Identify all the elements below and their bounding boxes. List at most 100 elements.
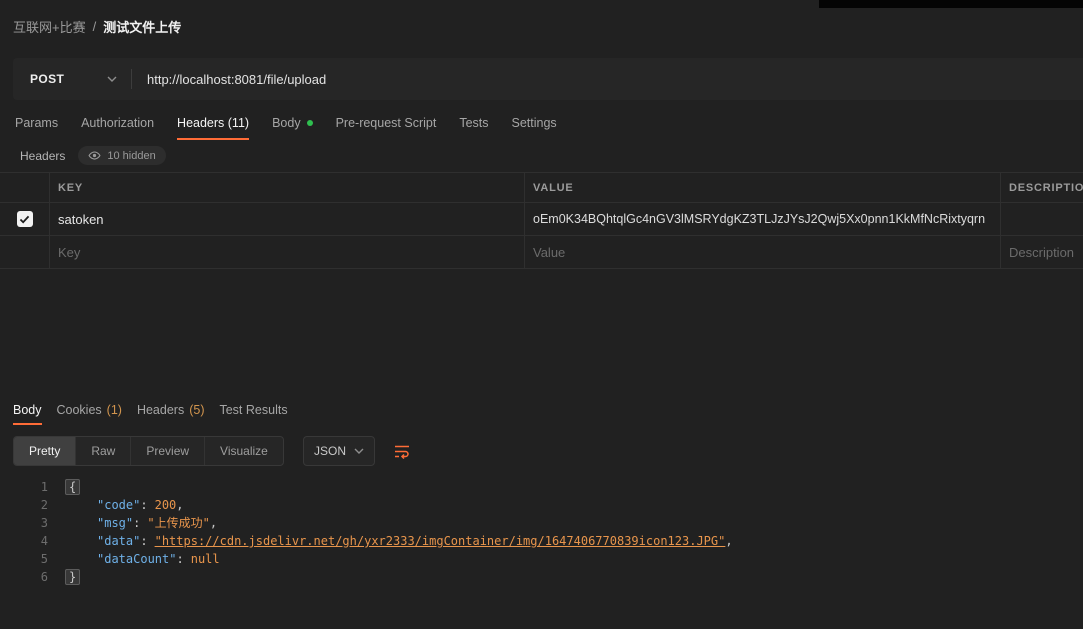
- select-column-header: [0, 173, 50, 202]
- response-tab-tests-label: Test Results: [219, 402, 288, 417]
- eye-icon: [88, 151, 101, 160]
- response-body-json: 1 { 2 "code": 200, 3 "msg": "上传成功", 4 "dat…: [0, 478, 1083, 586]
- new-value-input[interactable]: [533, 244, 1000, 260]
- code-line: 3 "msg": "上传成功",: [0, 514, 1083, 532]
- row-enabled-checkbox[interactable]: [16, 211, 33, 227]
- tab-prerequest-script[interactable]: Pre-request Script: [336, 107, 437, 140]
- breadcrumb-workspace[interactable]: 互联网+比赛: [13, 17, 86, 36]
- code-line: 1 {: [0, 478, 1083, 496]
- response-tab-cookies[interactable]: Cookies (1): [57, 396, 122, 425]
- header-key-cell[interactable]: satoken: [50, 203, 525, 235]
- table-row-new: [0, 236, 1083, 269]
- hidden-headers-toggle[interactable]: 10 hidden: [78, 146, 166, 165]
- line-number: 3: [40, 516, 48, 530]
- new-key-input[interactable]: [58, 244, 524, 260]
- wrap-text-icon: [394, 445, 409, 459]
- window-chrome-edge: [819, 0, 1083, 8]
- code-line: 2 "code": 200,: [0, 496, 1083, 514]
- response-tab-cookies-label: Cookies: [56, 402, 102, 417]
- table-row: satoken oEm0K34BQhtqlGc4nGV3lMSRYdgKZ3TL…: [0, 203, 1083, 236]
- checkbox-cell-empty: [0, 236, 50, 268]
- headers-count-badge: (5): [189, 402, 205, 417]
- colon: :: [140, 534, 148, 548]
- new-description-cell: [1001, 236, 1083, 268]
- body-present-dot-icon: [306, 119, 313, 126]
- method-label: POST: [30, 72, 65, 86]
- value-column-header: VALUE: [525, 173, 1001, 202]
- response-tab-body[interactable]: Body: [13, 396, 42, 425]
- close-brace: }: [65, 569, 81, 585]
- response-tab-headers-label: Headers: [136, 402, 185, 417]
- tab-settings[interactable]: Settings: [512, 107, 557, 140]
- line-number: 4: [40, 534, 48, 548]
- new-description-input[interactable]: [1009, 244, 1083, 260]
- tab-params-label: Params: [15, 115, 59, 130]
- tab-body-label: Body: [272, 115, 301, 130]
- response-view-toggle: Pretty Raw Preview Visualize: [13, 436, 284, 466]
- json-key: "dataCount": [97, 552, 177, 566]
- tab-authorization[interactable]: Authorization: [81, 107, 154, 140]
- json-value: null: [190, 552, 220, 566]
- json-key: "msg": [97, 516, 134, 530]
- line-number: 6: [40, 570, 48, 584]
- response-tab-body-label: Body: [13, 402, 42, 417]
- header-description-cell[interactable]: [1001, 203, 1083, 235]
- header-value-cell[interactable]: oEm0K34BQhtqlGc4nGV3lMSRYdgKZ3TLJzJYsJ2Q…: [525, 203, 1001, 235]
- headers-section-title: Headers: [20, 148, 66, 163]
- breadcrumb-request-name[interactable]: 测试文件上传: [103, 17, 181, 36]
- tab-headers-label: Headers (11): [177, 115, 250, 130]
- tab-headers[interactable]: Headers (11): [177, 107, 250, 140]
- colon: :: [176, 552, 184, 566]
- cookies-count-badge: (1): [106, 402, 122, 417]
- hidden-headers-label: 10 hidden: [107, 149, 156, 162]
- request-tabs: Params Authorization Headers (11) Body P…: [15, 107, 557, 140]
- key-column-header: KEY: [50, 173, 525, 202]
- response-tab-headers[interactable]: Headers (5): [137, 396, 205, 425]
- json-value: 200: [154, 498, 177, 512]
- new-key-cell: [50, 236, 525, 268]
- breadcrumb-separator: /: [92, 19, 97, 34]
- open-brace: {: [65, 479, 81, 495]
- view-visualize-button[interactable]: Visualize: [205, 437, 283, 465]
- view-pretty-button[interactable]: Pretty: [14, 437, 77, 465]
- checkmark-icon: [19, 215, 30, 223]
- response-tabs: Body Cookies (1) Headers (5) Test Results: [13, 396, 288, 425]
- view-raw-button[interactable]: Raw: [76, 437, 132, 465]
- code-line: 5 "dataCount": null: [0, 550, 1083, 568]
- headers-table: KEY VALUE DESCRIPTION satoken oEm0K34BQh…: [0, 172, 1083, 269]
- response-tab-test-results[interactable]: Test Results: [219, 396, 287, 425]
- new-value-cell: [525, 236, 1001, 268]
- checkbox-cell: [0, 203, 50, 235]
- description-column-header: DESCRIPTION: [1009, 181, 1083, 194]
- url-input[interactable]: http://localhost:8081/file/upload: [147, 72, 326, 87]
- tab-params[interactable]: Params: [15, 107, 58, 140]
- colon: :: [133, 516, 141, 530]
- chevron-down-icon: [107, 76, 117, 82]
- comma: ,: [176, 498, 184, 512]
- method-dropdown[interactable]: POST: [13, 58, 131, 100]
- response-url-link[interactable]: "https://cdn.jsdelivr.net/gh/yxr2333/img…: [155, 534, 726, 548]
- wrap-text-button[interactable]: [388, 438, 415, 465]
- json-key: "data": [97, 534, 141, 548]
- code-line: 6 }: [0, 568, 1083, 586]
- request-url-bar: POST http://localhost:8081/file/upload: [13, 58, 1083, 100]
- line-number: 1: [40, 480, 48, 494]
- tab-authorization-label: Authorization: [81, 115, 155, 130]
- tab-settings-label: Settings: [511, 115, 557, 130]
- colon: :: [140, 498, 148, 512]
- tab-tests[interactable]: Tests: [459, 107, 488, 140]
- method-url-divider: [131, 69, 132, 89]
- code-line: 4 "data": "https://cdn.jsdelivr.net/gh/yx…: [0, 532, 1083, 550]
- line-number: 5: [40, 552, 48, 566]
- headers-table-header: KEY VALUE DESCRIPTION: [0, 172, 1083, 203]
- tab-body[interactable]: Body: [272, 107, 313, 140]
- json-value: "上传成功": [147, 516, 210, 530]
- view-preview-button[interactable]: Preview: [131, 437, 206, 465]
- tab-tests-label: Tests: [459, 115, 489, 130]
- format-label: JSON: [314, 444, 347, 458]
- comma: ,: [209, 516, 218, 530]
- format-dropdown[interactable]: JSON: [303, 436, 375, 466]
- breadcrumb: 互联网+比赛 / 测试文件上传: [13, 17, 181, 36]
- headers-subheader: Headers 10 hidden: [20, 146, 166, 165]
- comma: ,: [725, 534, 733, 548]
